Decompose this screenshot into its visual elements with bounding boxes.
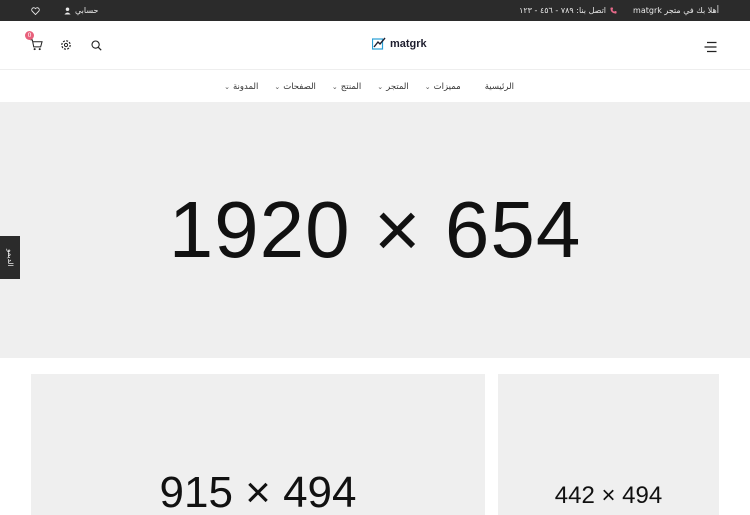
- menu-toggle-button[interactable]: [704, 38, 718, 53]
- main-header: 0 matgrk: [0, 21, 750, 70]
- nav-item-label: المتجر: [386, 81, 409, 92]
- cart-button[interactable]: 0: [25, 31, 44, 53]
- top-bar: حسابي أهلا بك في متجر matgrk اتصل بنا: ٧…: [0, 0, 750, 21]
- nav-item-pages[interactable]: الصفحات ⌄: [274, 82, 316, 92]
- nav-item-label: الصفحات: [283, 81, 316, 92]
- logo-text: matgrk: [390, 37, 427, 50]
- chevron-down-icon: ⌄: [377, 82, 384, 91]
- banner-placeholder-label: 442 × 494: [554, 482, 663, 509]
- logo-icon: [372, 37, 386, 50]
- user-icon: [64, 7, 71, 14]
- site-logo[interactable]: matgrk: [372, 37, 427, 50]
- cart-count-badge: 0: [25, 31, 34, 40]
- cart-icon: [30, 39, 43, 51]
- nav-item-label: الرئيسية: [484, 81, 514, 92]
- chevron-down-icon: ⌄: [224, 82, 230, 91]
- heart-icon: [31, 6, 40, 15]
- promo-banner-large[interactable]: 915 × 494: [31, 374, 485, 515]
- nav-item-home[interactable]: الرئيسية: [485, 82, 514, 92]
- header-actions: 0: [25, 31, 104, 53]
- phone-text: اتصل بنا: ٧٨٩ - ٤٥٦ - ١٢٣: [519, 6, 607, 15]
- top-bar-left: حسابي: [31, 0, 98, 21]
- nav-item-label: المدونة: [232, 81, 259, 92]
- account-link[interactable]: حسابي: [64, 6, 98, 15]
- nav-item-shop[interactable]: المتجر ⌄: [377, 82, 408, 92]
- demo-side-tab-label: الديمو: [6, 248, 14, 267]
- nav-item-label: المنتج: [340, 81, 362, 92]
- wishlist-link[interactable]: [31, 6, 40, 15]
- chevron-down-icon: ⌄: [274, 82, 281, 91]
- nav-item-features[interactable]: مميزات ⌄: [425, 82, 461, 92]
- chevron-down-icon: ⌄: [331, 82, 338, 91]
- account-label: حسابي: [75, 6, 99, 15]
- top-bar-right: أهلا بك في متجر matgrk اتصل بنا: ٧٨٩ - ٤…: [519, 0, 719, 21]
- nav-list: الرئيسية مميزات ⌄ المتجر ⌄ المنتج ⌄ الصف…: [224, 71, 514, 102]
- hero-banner[interactable]: 1920 × 654: [0, 102, 750, 358]
- nav-item-product[interactable]: المنتج ⌄: [332, 82, 361, 92]
- phone-link[interactable]: اتصل بنا: ٧٨٩ - ٤٥٦ - ١٢٣: [519, 6, 617, 15]
- demo-side-tab[interactable]: الديمو: [0, 236, 20, 279]
- settings-button[interactable]: [58, 37, 74, 53]
- main-navigation: الرئيسية مميزات ⌄ المتجر ⌄ المنتج ⌄ الصف…: [0, 71, 750, 102]
- banner-placeholder-label: 915 × 494: [159, 468, 357, 515]
- search-button[interactable]: [88, 37, 104, 53]
- welcome-text: أهلا بك في متجر matgrk: [633, 6, 719, 15]
- gear-icon: [61, 40, 71, 50]
- promo-banner-small[interactable]: 442 × 494: [498, 374, 719, 515]
- nav-item-blog[interactable]: المدونة ⌄: [224, 82, 258, 92]
- chevron-down-icon: ⌄: [424, 82, 431, 91]
- hamburger-icon: [704, 41, 717, 53]
- nav-item-label: مميزات: [433, 81, 461, 92]
- hero-placeholder-label: 1920 × 654: [168, 185, 582, 274]
- phone-icon: [610, 7, 617, 14]
- search-icon: [90, 39, 102, 51]
